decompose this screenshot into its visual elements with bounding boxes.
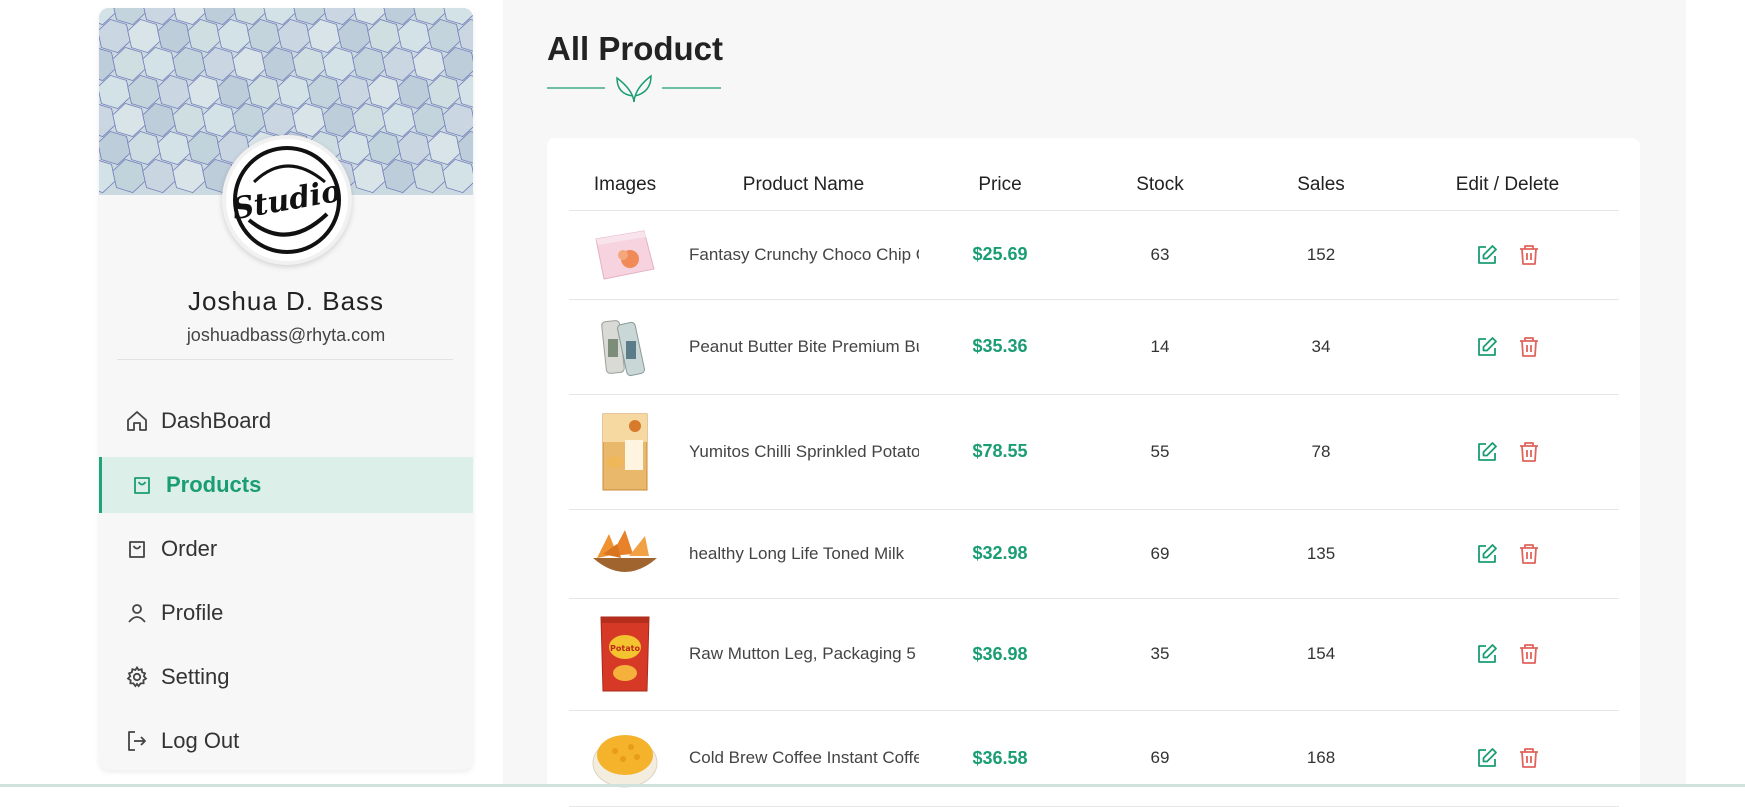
edit-icon[interactable] xyxy=(1475,542,1499,566)
product-stock: 55 xyxy=(1074,394,1246,509)
user-icon xyxy=(125,601,149,625)
table-row: Peanut Butter Bite Premium Butter Cookie… xyxy=(569,299,1619,394)
trash-icon[interactable] xyxy=(1517,243,1541,267)
studio-logo: Studio xyxy=(229,142,345,258)
sidebar-item-label: Setting xyxy=(161,664,230,690)
sidebar-item-label: Log Out xyxy=(161,728,239,754)
product-name: healthy Long Life Toned Milk xyxy=(689,544,919,564)
product-sales: 152 xyxy=(1246,210,1396,299)
trash-icon[interactable] xyxy=(1517,440,1541,464)
edit-icon[interactable] xyxy=(1475,642,1499,666)
product-sales: 154 xyxy=(1246,598,1396,710)
home-icon xyxy=(125,409,149,433)
table-row: Cold Brew Coffee Instant Coffee $36.58 6… xyxy=(569,710,1619,806)
page-title: All Product xyxy=(547,30,723,68)
table-row: Fantasy Crunchy Choco Chip Cookies $25.6… xyxy=(569,210,1619,299)
sidebar-item-logout[interactable]: Log Out xyxy=(99,713,473,769)
shopping-bag-icon xyxy=(130,473,154,497)
product-sales: 34 xyxy=(1246,299,1396,394)
title-decoration xyxy=(547,70,727,111)
product-price: $25.69 xyxy=(926,210,1074,299)
edit-icon[interactable] xyxy=(1475,746,1499,770)
sidebar-item-label: Order xyxy=(161,536,217,562)
logo-text: Studio xyxy=(230,174,344,228)
trash-icon[interactable] xyxy=(1517,335,1541,359)
avatar: Studio xyxy=(222,135,352,265)
user-name: Joshua D. Bass xyxy=(99,286,473,317)
product-sales: 168 xyxy=(1246,710,1396,806)
sidebar-item-label: Products xyxy=(166,472,261,498)
edit-icon[interactable] xyxy=(1475,335,1499,359)
product-name: Yumitos Chilli Sprinkled Potato Chips xyxy=(689,442,919,462)
profile-sidebar: Studio Joshua D. Bass joshuadbass@rhyta.… xyxy=(99,8,473,770)
product-stock: 14 xyxy=(1074,299,1246,394)
column-header: Product Name xyxy=(681,160,926,210)
user-email: joshuadbass@rhyta.com xyxy=(99,325,473,346)
column-header: Stock xyxy=(1074,160,1246,210)
product-stock: 69 xyxy=(1074,509,1246,598)
product-image xyxy=(586,519,664,589)
product-price: $35.36 xyxy=(926,299,1074,394)
product-image xyxy=(586,220,664,290)
product-name: Raw Mutton Leg, Packaging 5 Kg xyxy=(689,644,919,664)
product-image xyxy=(586,723,664,793)
sidebar-item-order[interactable]: Order xyxy=(99,521,473,577)
gear-icon xyxy=(125,665,149,689)
trash-icon[interactable] xyxy=(1517,642,1541,666)
sidebar-item-products[interactable]: Products xyxy=(99,457,473,513)
table-row: Potato Raw Mutton Leg, Packaging 5 Kg $3… xyxy=(569,598,1619,710)
table-row: healthy Long Life Toned Milk $32.98 69 1… xyxy=(569,509,1619,598)
bag-icon xyxy=(125,537,149,561)
product-stock: 35 xyxy=(1074,598,1246,710)
logout-icon xyxy=(125,729,149,753)
sidebar-item-profile[interactable]: Profile xyxy=(99,585,473,641)
product-stock: 63 xyxy=(1074,210,1246,299)
product-stock: 69 xyxy=(1074,710,1246,806)
edit-icon[interactable] xyxy=(1475,243,1499,267)
sidebar-item-label: Profile xyxy=(161,600,223,626)
leaf-icon xyxy=(617,76,651,102)
product-sales: 135 xyxy=(1246,509,1396,598)
product-image xyxy=(586,312,664,382)
product-price: $32.98 xyxy=(926,509,1074,598)
svg-text:Potato: Potato xyxy=(610,644,640,653)
column-header: Sales xyxy=(1246,160,1396,210)
column-header: Edit / Delete xyxy=(1396,160,1619,210)
trash-icon[interactable] xyxy=(1517,746,1541,770)
trash-icon[interactable] xyxy=(1517,542,1541,566)
products-table: Images Product Name Price Stock Sales Ed… xyxy=(569,160,1619,807)
sidebar-item-dashboard[interactable]: DashBoard xyxy=(99,393,473,449)
table-row: Yumitos Chilli Sprinkled Potato Chips $7… xyxy=(569,394,1619,509)
product-name: Cold Brew Coffee Instant Coffee xyxy=(689,748,919,768)
sidebar-item-label: DashBoard xyxy=(161,408,271,434)
product-price: $36.58 xyxy=(926,710,1074,806)
products-table-card: Images Product Name Price Stock Sales Ed… xyxy=(547,138,1640,798)
product-name: Fantasy Crunchy Choco Chip Cookies xyxy=(689,245,919,265)
column-header: Price xyxy=(926,160,1074,210)
table-header-row: Images Product Name Price Stock Sales Ed… xyxy=(569,160,1619,210)
column-header: Images xyxy=(569,160,681,210)
product-name: Peanut Butter Bite Premium Butter Cookie… xyxy=(689,337,919,357)
sidebar-item-setting[interactable]: Setting xyxy=(99,649,473,705)
product-price: $78.55 xyxy=(926,394,1074,509)
product-sales: 78 xyxy=(1246,394,1396,509)
divider xyxy=(117,359,453,360)
product-price: $36.98 xyxy=(926,598,1074,710)
edit-icon[interactable] xyxy=(1475,440,1499,464)
product-image xyxy=(586,407,664,497)
product-image: Potato xyxy=(586,612,664,696)
main-content: All Product Images Product Name Price St… xyxy=(503,0,1686,787)
